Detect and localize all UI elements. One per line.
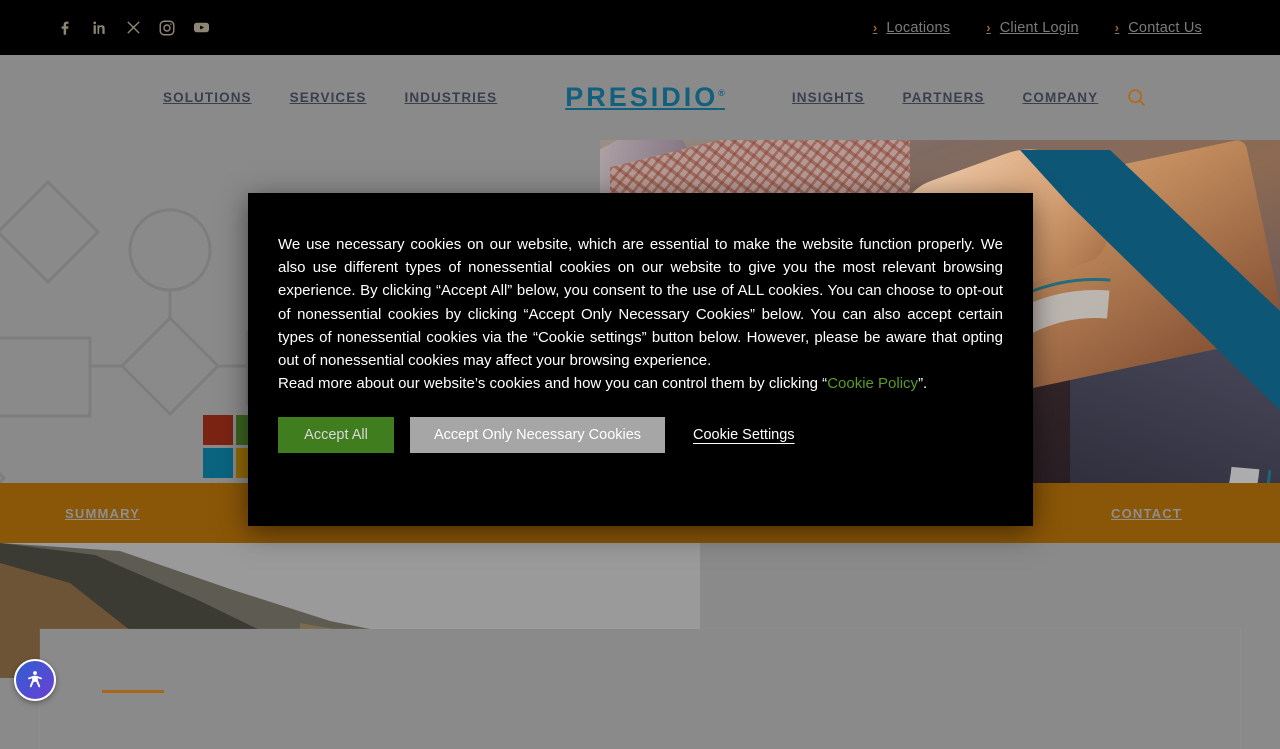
accessibility-person-icon (24, 669, 46, 691)
facebook-icon[interactable] (55, 18, 75, 38)
section-divider-rule (102, 690, 164, 693)
lower-section (0, 543, 1280, 720)
youtube-icon[interactable] (191, 18, 211, 38)
linkedin-icon[interactable] (89, 18, 109, 38)
content-card (40, 629, 1240, 749)
nav-left-group: SOLUTIONS SERVICES INDUSTRIES (163, 90, 497, 105)
hero-chevron-teal (1000, 140, 1280, 483)
cookie-policy-link[interactable]: Cookie Policy (827, 375, 918, 392)
nav-item-solutions[interactable]: SOLUTIONS (163, 90, 252, 105)
cookie-consent-modal: We use necessary cookies on our website,… (248, 193, 1033, 526)
top-utility-bar: › Locations › Client Login › Contact Us (0, 0, 1280, 55)
brand-square-teal (203, 448, 233, 478)
brand-square-red (203, 415, 233, 445)
cookie-text-paragraph-1: We use necessary cookies on our website,… (278, 233, 1003, 372)
nav-item-industries[interactable]: INDUSTRIES (404, 90, 497, 105)
main-navigation: SOLUTIONS SERVICES INDUSTRIES PRESIDIO® … (0, 55, 1280, 140)
chevron-right-icon: › (1115, 21, 1120, 34)
cookie-text-after-link: ”. (918, 375, 927, 392)
accessibility-widget-button[interactable] (14, 659, 56, 701)
nav-item-services[interactable]: SERVICES (290, 90, 367, 105)
top-nav-links: › Locations › Client Login › Contact Us (873, 20, 1202, 36)
anchor-tab-summary[interactable]: SUMMARY (65, 506, 140, 521)
nav-item-partners[interactable]: PARTNERS (902, 90, 984, 105)
top-link-contact-us[interactable]: › Contact Us (1115, 20, 1202, 36)
anchor-tab-contact[interactable]: CONTACT (1111, 506, 1182, 521)
chevron-right-icon: › (873, 21, 878, 34)
top-link-label: Locations (886, 20, 950, 36)
top-link-locations[interactable]: › Locations (873, 20, 950, 36)
nav-right-group: INSIGHTS PARTNERS COMPANY (792, 90, 1098, 105)
chevron-right-icon: › (986, 21, 991, 34)
social-links (55, 18, 211, 38)
accept-only-necessary-button[interactable]: Accept Only Necessary Cookies (410, 417, 665, 453)
search-icon[interactable] (1126, 87, 1147, 108)
instagram-icon[interactable] (157, 18, 177, 38)
cookie-text-before-link: Read more about our website’s cookies an… (278, 375, 827, 392)
top-link-label: Contact Us (1128, 20, 1202, 36)
top-link-label: Client Login (1000, 20, 1079, 36)
nav-item-company[interactable]: COMPANY (1023, 90, 1099, 105)
cookie-text-paragraph-2: Read more about our website’s cookies an… (278, 372, 1003, 395)
presidio-logo[interactable]: PRESIDIO® (565, 82, 725, 113)
cookie-settings-button[interactable]: Cookie Settings (693, 427, 795, 443)
accept-all-button[interactable]: Accept All (278, 417, 394, 453)
nav-item-insights[interactable]: INSIGHTS (792, 90, 865, 105)
registered-mark: ® (718, 88, 725, 98)
top-link-client-login[interactable]: › Client Login (986, 20, 1079, 36)
logo-text: PRESIDIO (565, 82, 718, 112)
cookie-modal-actions: Accept All Accept Only Necessary Cookies… (278, 417, 1003, 453)
x-twitter-icon[interactable] (123, 18, 143, 38)
